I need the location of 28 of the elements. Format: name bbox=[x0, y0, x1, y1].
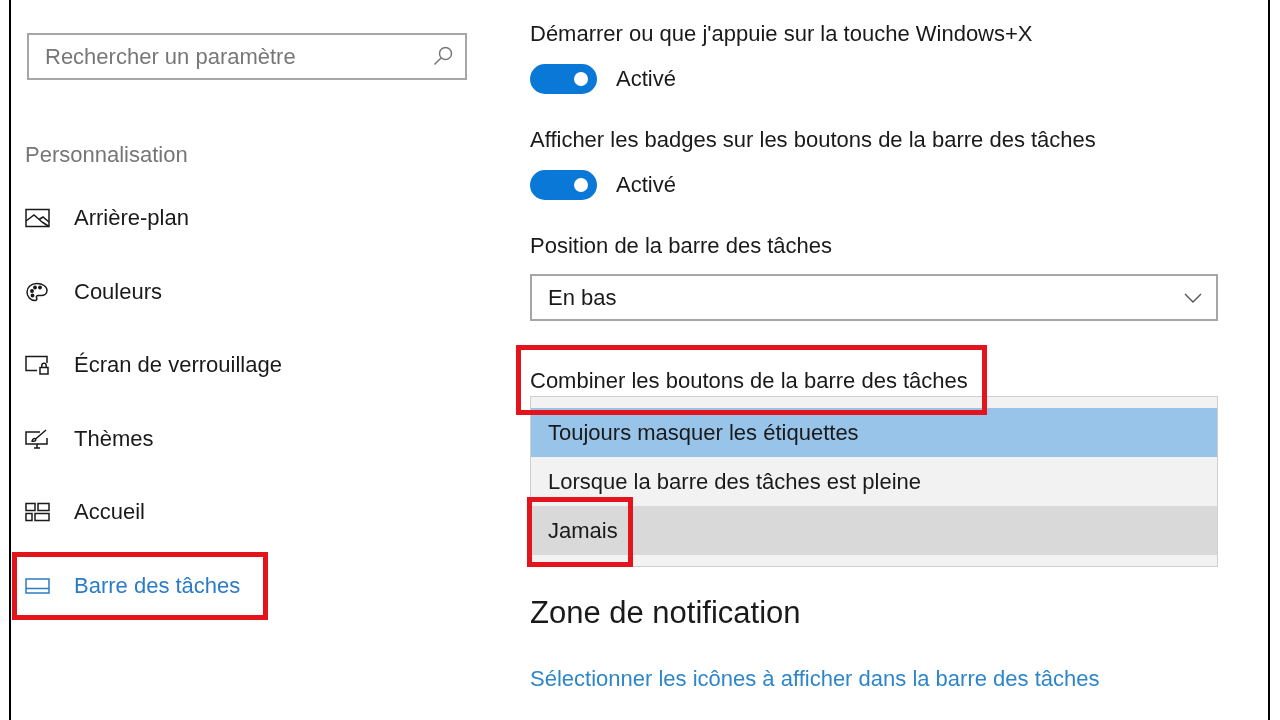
sidebar-item[interactable]: Écran de verrouillage bbox=[25, 345, 282, 386]
monitor-brush-icon bbox=[25, 428, 50, 449]
toggle-switch[interactable] bbox=[530, 170, 597, 200]
sidebar-item[interactable]: Couleurs bbox=[25, 271, 163, 312]
search-field[interactable]: Rechercher un paramètre bbox=[27, 33, 467, 80]
dropdown-option[interactable]: Toujours masquer les étiquettes bbox=[531, 408, 1217, 457]
palette-icon bbox=[25, 281, 50, 302]
search-icon bbox=[433, 46, 453, 66]
section-heading: Zone de notification bbox=[530, 595, 801, 631]
sidebar-item[interactable]: Barre des tâches bbox=[25, 565, 241, 606]
sidebar-item[interactable]: Arrière-plan bbox=[25, 198, 189, 238]
toggle-state-text: Activé bbox=[616, 65, 676, 93]
toggle-switch[interactable] bbox=[530, 64, 597, 94]
dropdown[interactable]: En bas bbox=[530, 274, 1218, 321]
taskbar-icon bbox=[25, 575, 50, 596]
setting-label: Position de la barre des tâches bbox=[530, 232, 833, 260]
sidebar-item[interactable]: Thèmes bbox=[25, 418, 154, 459]
sidebar-item[interactable]: Accueil bbox=[25, 492, 145, 533]
picture-icon bbox=[25, 208, 50, 228]
section-title: Personnalisation bbox=[25, 141, 188, 169]
settings-link[interactable]: Sélectionner les icônes à afficher dans la barre des tâches bbox=[530, 665, 1100, 693]
setting-label: Afficher les badges sur les boutons de la barre des tâches bbox=[530, 126, 1096, 154]
setting-label: Combiner les boutons de la barre des tâches bbox=[530, 367, 968, 395]
tiles-icon bbox=[25, 502, 50, 523]
setting-label: Démarrer ou que j'appuie sur la touche Windows+X bbox=[530, 20, 1033, 48]
monitor-lock-icon bbox=[25, 355, 50, 376]
toggle-state-text: Activé bbox=[616, 171, 676, 199]
chevron-down-icon bbox=[1184, 292, 1202, 303]
